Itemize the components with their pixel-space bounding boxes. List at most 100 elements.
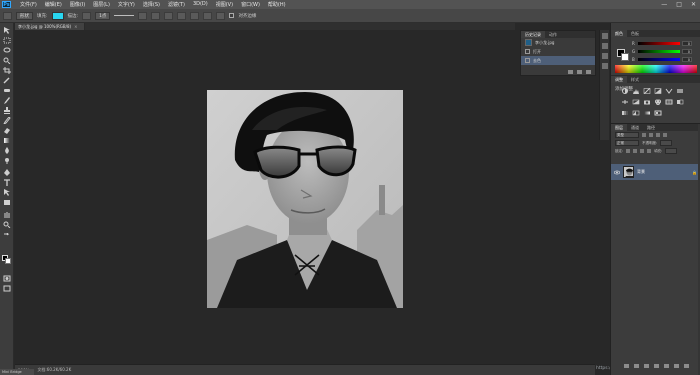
tab-history[interactable]: 历史记录 (521, 31, 545, 38)
filter-pixel-icon[interactable] (642, 133, 646, 137)
fill-color-swatch[interactable] (51, 11, 64, 20)
tab-color[interactable]: 颜色 (611, 30, 627, 37)
color-spectrum-ramp[interactable] (615, 65, 697, 73)
height-field[interactable] (164, 11, 174, 20)
gradient-tool-icon[interactable] (3, 137, 11, 144)
curves-icon[interactable] (643, 88, 651, 94)
menu-select[interactable]: 选择(S) (139, 1, 164, 8)
history-item-selected[interactable]: 去色 (521, 56, 595, 65)
path-arrangement-icon[interactable] (203, 11, 213, 20)
shape-mode-select[interactable]: 形状 (16, 11, 33, 20)
mini-bridge-tab[interactable]: Mini Bridge (0, 369, 34, 375)
tab-layers[interactable]: 图层 (611, 124, 627, 131)
link-layers-icon[interactable] (623, 363, 629, 368)
move-tool-icon[interactable] (3, 27, 11, 34)
clone-stamp-tool-icon[interactable] (3, 107, 11, 114)
brush-tool-icon[interactable] (3, 97, 11, 104)
menu-window[interactable]: 窗口(W) (237, 1, 264, 8)
blue-value[interactable]: 0 (682, 57, 692, 62)
lock-all-icon[interactable] (647, 149, 652, 153)
tab-channels[interactable]: 通道 (627, 124, 643, 131)
history-panel-icon[interactable] (602, 33, 608, 39)
lock-position-icon[interactable] (640, 149, 645, 153)
invert-icon[interactable] (676, 99, 684, 105)
healing-brush-tool-icon[interactable] (3, 87, 11, 94)
green-slider[interactable]: G 0 (632, 49, 694, 54)
menu-help[interactable]: 帮助(H) (264, 1, 290, 8)
tab-swatches[interactable]: 色板 (627, 30, 643, 37)
maximize-button[interactable]: □ (676, 1, 682, 8)
hand-tool-icon[interactable] (3, 211, 11, 218)
document-size[interactable]: 文档:60.2K/60.2K (37, 367, 71, 373)
filter-adjustment-icon[interactable] (649, 133, 653, 137)
layer-filter-kind-select[interactable]: 类型 (615, 132, 639, 138)
layer-mask-icon[interactable] (643, 363, 649, 368)
paragraph-panel-icon[interactable] (602, 63, 608, 69)
history-snapshot[interactable]: 李小龙.jpg (521, 38, 595, 47)
crop-tool-icon[interactable] (3, 67, 11, 74)
close-button[interactable]: ✕ (691, 1, 696, 8)
green-value[interactable]: 0 (682, 49, 692, 54)
history-brush-tool-icon[interactable] (2, 116, 11, 126)
background-color-swatch[interactable] (5, 258, 11, 264)
lock-transparent-icon[interactable] (626, 149, 631, 153)
path-operations-icon[interactable] (177, 11, 187, 20)
width-field[interactable] (138, 11, 148, 20)
trash-icon[interactable] (683, 363, 689, 368)
tab-adjustments[interactable]: 调整 (611, 76, 627, 83)
tab-paths[interactable]: 路径 (643, 124, 659, 131)
menu-3d[interactable]: 3D(D) (189, 1, 212, 8)
link-icon[interactable] (151, 11, 161, 20)
selective-color-icon[interactable] (654, 110, 662, 116)
menu-filter[interactable]: 滤镜(T) (164, 1, 189, 8)
black-white-icon[interactable] (632, 99, 640, 105)
menu-edit[interactable]: 编辑(E) (41, 1, 66, 8)
layer-style-icon[interactable] (633, 363, 639, 368)
menu-view[interactable]: 视图(V) (212, 1, 237, 8)
layer-row-background[interactable]: 背景 🔒 (611, 164, 700, 180)
color-panel-background[interactable] (621, 53, 629, 61)
exposure-icon[interactable] (654, 88, 662, 94)
photo-filter-icon[interactable] (643, 99, 651, 105)
history-item[interactable]: 打开 (521, 47, 595, 56)
green-track[interactable] (638, 50, 680, 53)
trash-icon[interactable] (586, 69, 591, 74)
properties-panel-icon[interactable] (602, 43, 608, 49)
stroke-type-line[interactable] (114, 15, 135, 16)
eraser-tool-icon[interactable] (3, 127, 11, 134)
close-tab-icon[interactable]: × (74, 24, 77, 29)
blue-track[interactable] (638, 58, 680, 61)
posterize-icon[interactable] (621, 110, 629, 116)
hue-saturation-icon[interactable] (676, 88, 684, 94)
zoom-tool-icon[interactable] (3, 221, 11, 229)
red-track[interactable] (638, 42, 680, 45)
red-value[interactable]: 0 (682, 41, 692, 46)
channel-mixer-icon[interactable] (654, 99, 662, 105)
eye-icon[interactable] (613, 170, 621, 175)
stroke-width-field[interactable]: 1点 (95, 11, 111, 20)
menu-file[interactable]: 文件(F) (16, 1, 41, 8)
blur-tool-icon[interactable] (3, 147, 11, 154)
type-tool-icon[interactable] (3, 179, 11, 186)
dodge-tool-icon[interactable] (3, 157, 11, 164)
minimize-button[interactable]: — (661, 1, 667, 8)
tool-preset-icon[interactable] (3, 11, 12, 20)
document-tab[interactable]: 李小龙.jpg @ 100%(RGB/8) × (15, 23, 85, 30)
quick-selection-tool-icon[interactable] (3, 57, 11, 65)
red-slider[interactable]: R 0 (632, 41, 694, 46)
character-panel-icon[interactable] (602, 53, 608, 59)
adjustment-layer-icon[interactable] (653, 363, 659, 368)
color-balance-icon[interactable] (621, 99, 629, 105)
menu-layer[interactable]: 图层(L) (89, 1, 114, 8)
menu-type[interactable]: 文字(Y) (114, 1, 139, 8)
align-edges-checkbox[interactable] (229, 13, 235, 18)
new-document-from-state-icon[interactable] (568, 69, 573, 74)
screen-mode-icon[interactable] (3, 285, 11, 292)
path-alignment-icon[interactable] (190, 11, 200, 20)
filter-shape-icon[interactable] (663, 133, 667, 137)
blue-slider[interactable]: B 0 (632, 57, 694, 62)
fill-field[interactable] (665, 148, 678, 154)
vibrance-icon[interactable] (665, 88, 673, 94)
levels-icon[interactable] (632, 88, 640, 94)
eyedropper-tool-icon[interactable] (3, 77, 11, 84)
